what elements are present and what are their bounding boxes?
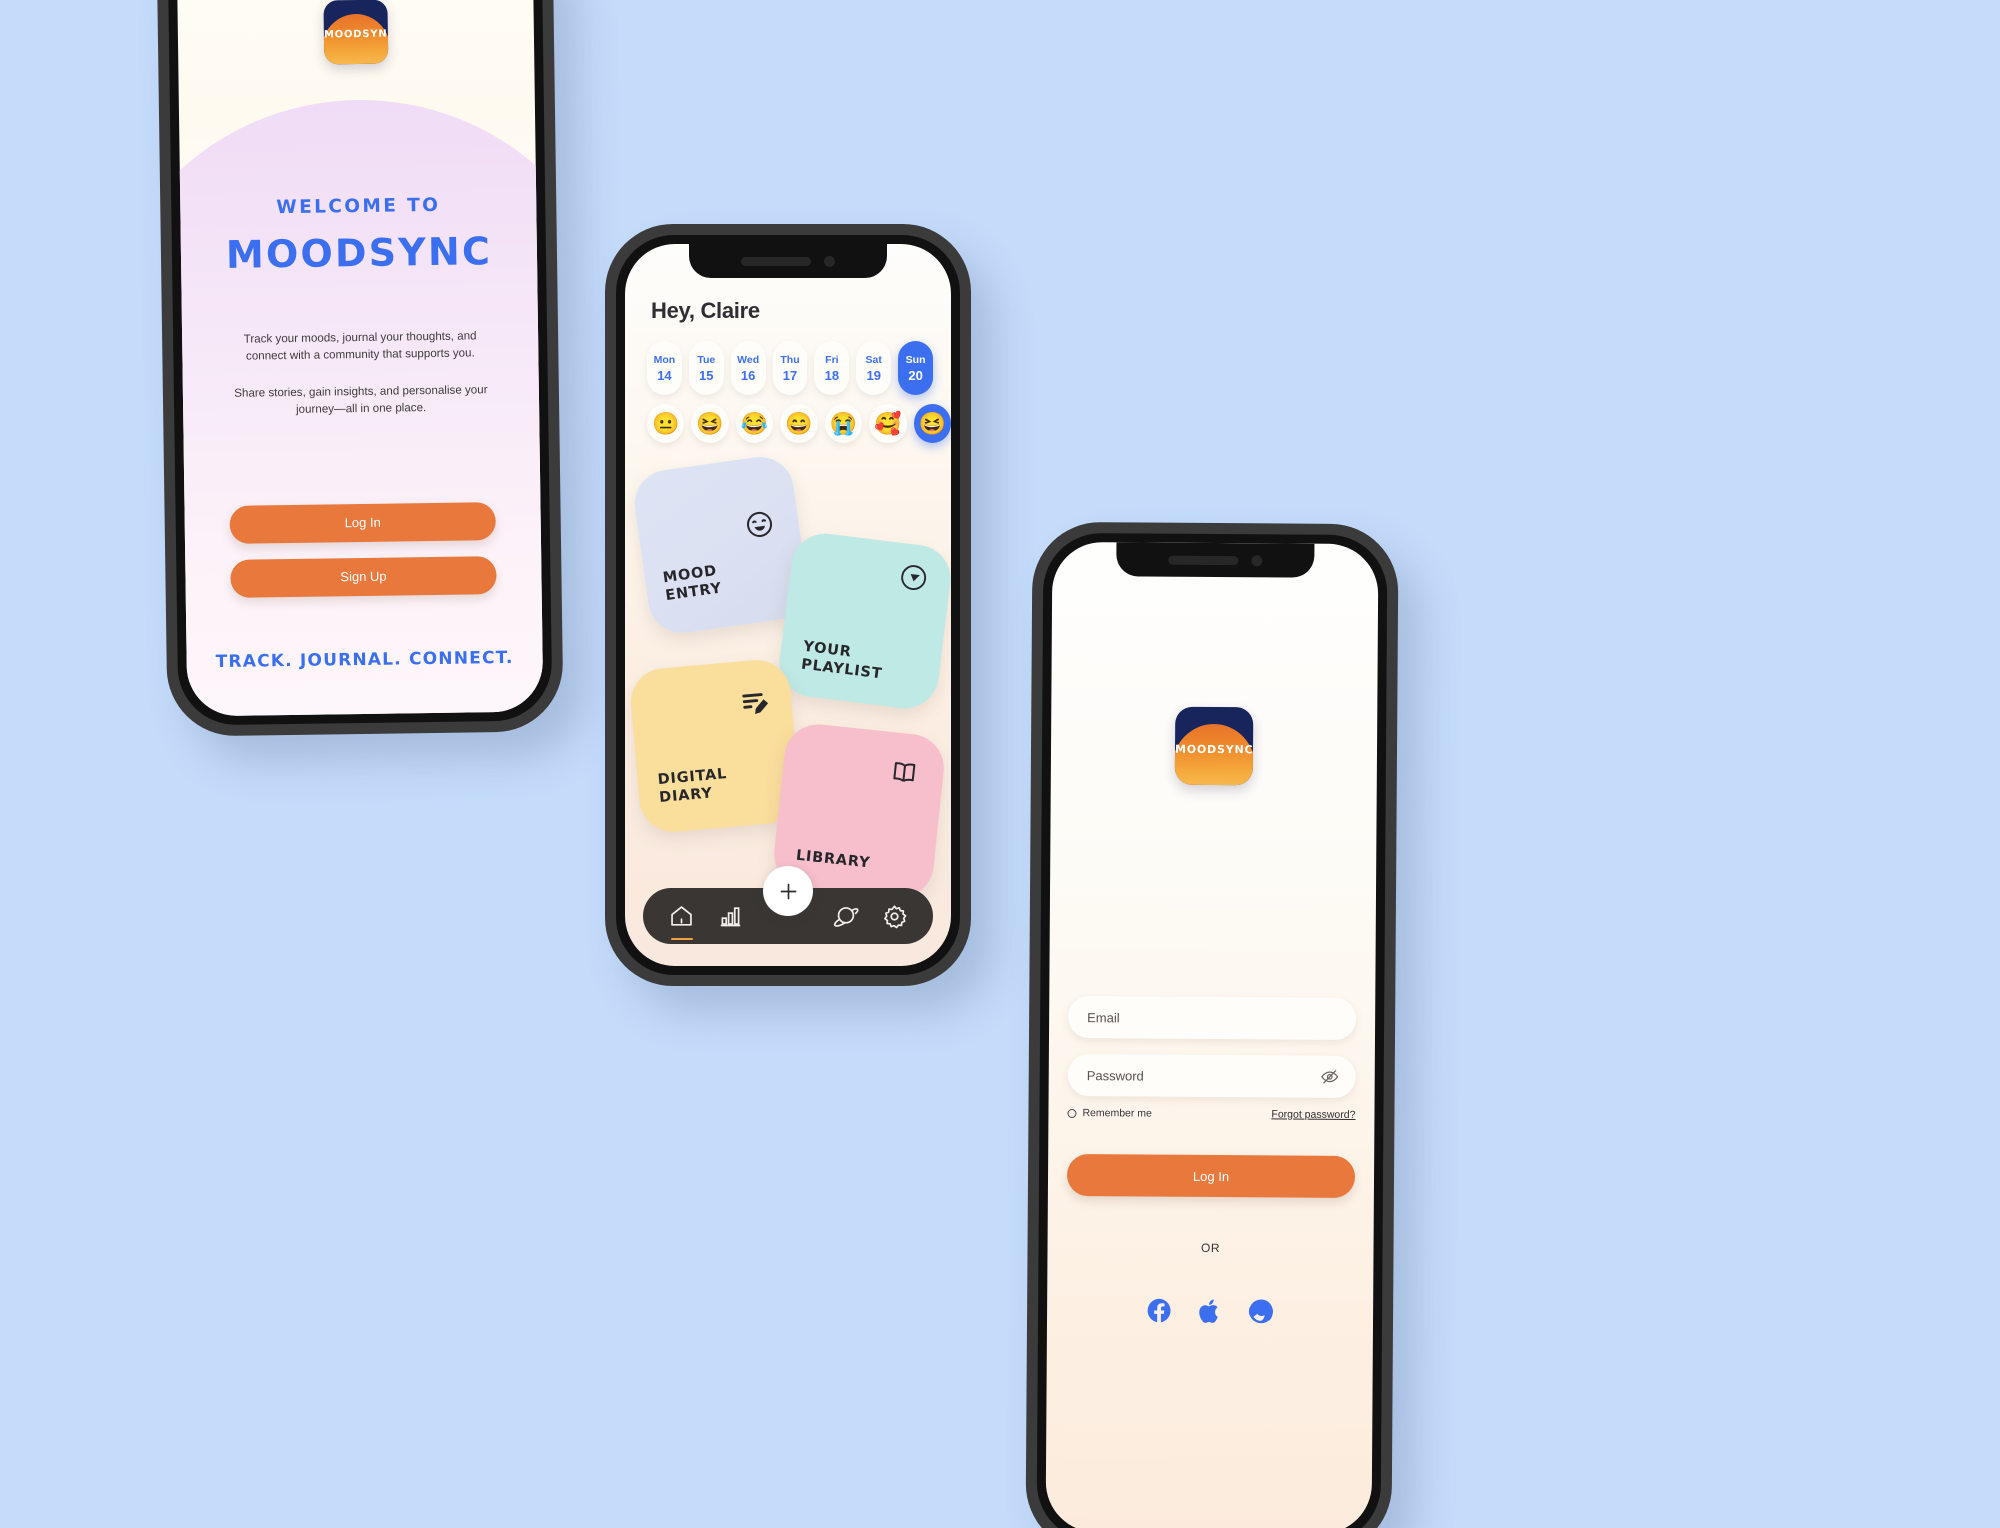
logo-wordmark: MOODSYNC <box>1174 742 1254 757</box>
pencil-list-icon <box>738 685 771 718</box>
brand-title: MOODSYNC <box>225 229 493 277</box>
password-placeholder: Password <box>1086 1067 1144 1084</box>
speaker-slot <box>741 256 811 266</box>
card-your-playlist[interactable]: YOUR PLAYLIST <box>775 529 951 713</box>
day-number: 16 <box>740 367 756 383</box>
nav-gear-icon[interactable] <box>877 899 911 933</box>
day-chip-tue[interactable]: Tue 15 <box>688 341 724 395</box>
nav-bar-chart-icon[interactable] <box>714 899 748 933</box>
card-digital-diary[interactable]: DIGITAL DIARY <box>628 657 802 835</box>
password-field[interactable]: Password <box>1067 1053 1356 1099</box>
day-chip-wed[interactable]: Wed 16 <box>730 341 766 395</box>
welcome-screen: MOODSYNC WELCOME TO MOODSYNC Track your … <box>176 0 544 717</box>
mood-emoji-selector[interactable]: 😐 😆 😂 😄 😭 🥰 😆 <box>647 404 951 443</box>
play-circle-icon <box>897 561 930 594</box>
speaker-slot <box>1168 555 1239 565</box>
app-logo: MOODSYNC <box>1174 706 1254 786</box>
facebook-icon[interactable] <box>1145 1297 1173 1325</box>
mood-emoji-thu[interactable]: 😄 <box>780 404 818 443</box>
welcome-paragraph-2: Share stories, gain insights, and person… <box>234 383 488 417</box>
day-number: 18 <box>824 367 840 383</box>
login-options-row: Remember me Forgot password? <box>1067 1107 1356 1121</box>
day-number: 15 <box>699 367 714 383</box>
apple-icon[interactable] <box>1196 1297 1224 1325</box>
day-name: Mon <box>653 353 676 366</box>
nav-planet-icon[interactable] <box>828 899 862 933</box>
mood-emoji-fri[interactable]: 😭 <box>824 404 863 443</box>
bottom-nav-area <box>625 866 951 954</box>
mood-emoji-wed[interactable]: 😂 <box>735 404 774 443</box>
nav-home-icon[interactable] <box>665 899 699 933</box>
phone-notch <box>1116 542 1315 578</box>
home-screen: Hey, Claire Mon 14 Tue 15 Wed 16 Thu 17 Fri 18 Sat… <box>625 244 951 966</box>
card-label: DIGITAL DIARY <box>657 766 728 806</box>
login-button[interactable]: Log In <box>1066 1153 1356 1199</box>
google-icon[interactable] <box>1247 1297 1275 1325</box>
day-name: Wed <box>737 353 760 366</box>
day-number: 19 <box>866 367 881 383</box>
login-screen: MOODSYNC Email Password Remember me Forg… <box>1045 541 1379 1528</box>
smiley-wink-icon <box>743 507 777 541</box>
card-label: LIBRARY <box>795 847 872 872</box>
phone-login-body: MOODSYNC Email Password Remember me Forg… <box>1036 532 1388 1528</box>
remember-me-radio[interactable] <box>1067 1108 1077 1118</box>
mood-emoji-sun[interactable]: 😆 <box>913 404 951 443</box>
phone-home: Hey, Claire Mon 14 Tue 15 Wed 16 Thu 17 Fri 18 Sat… <box>605 224 971 986</box>
card-label: YOUR PLAYLIST <box>800 638 884 683</box>
day-chip-fri[interactable]: Fri 18 <box>814 341 850 395</box>
greeting-title: Hey, Claire <box>651 298 760 323</box>
email-field[interactable]: Email <box>1067 995 1357 1041</box>
day-name: Tue <box>697 353 716 366</box>
day-selector[interactable]: Mon 14 Tue 15 Wed 16 Thu 17 Fri 18 Sat 19 Sun 20 <box>647 341 951 395</box>
phone-notch <box>689 244 887 278</box>
day-chip-mon[interactable]: Mon 14 <box>647 341 682 395</box>
remember-me-option[interactable]: Remember me <box>1067 1107 1152 1120</box>
day-name: Thu <box>780 353 800 366</box>
card-label: MOOD ENTRY <box>661 563 723 604</box>
social-login-row <box>1145 1297 1275 1326</box>
mood-emoji-sat[interactable]: 🥰 <box>869 404 907 443</box>
card-mood-entry[interactable]: MOOD ENTRY <box>630 452 812 638</box>
mood-emoji-mon[interactable]: 😐 <box>647 404 685 443</box>
phone-home-body: Hey, Claire Mon 14 Tue 15 Wed 16 Thu 17 Fri 18 Sat… <box>616 235 960 975</box>
forgot-password-link[interactable]: Forgot password? <box>1271 1108 1355 1121</box>
logo-wordmark: MOODSYNC <box>323 28 389 41</box>
phone-welcome-body: MOODSYNC WELCOME TO MOODSYNC Track your … <box>167 0 553 726</box>
open-book-icon <box>888 756 921 789</box>
camera-dot <box>824 255 835 267</box>
day-chip-thu[interactable]: Thu 17 <box>772 341 808 395</box>
app-logo: MOODSYNC <box>323 0 389 65</box>
phone-login: MOODSYNC Email Password Remember me Forg… <box>1025 521 1399 1528</box>
day-number: 20 <box>908 367 923 383</box>
phone-welcome: MOODSYNC WELCOME TO MOODSYNC Track your … <box>156 0 564 737</box>
day-name: Sat <box>865 353 882 366</box>
remember-me-label: Remember me <box>1082 1107 1152 1120</box>
day-name: Sun <box>905 353 926 366</box>
day-name: Fri <box>825 353 839 366</box>
email-placeholder: Email <box>1087 1009 1120 1025</box>
day-chip-sat[interactable]: Sat 19 <box>856 341 892 395</box>
day-number: 14 <box>657 367 672 383</box>
eye-off-icon[interactable] <box>1320 1067 1340 1087</box>
tagline: TRACK. JOURNAL. CONNECT. <box>215 647 514 672</box>
camera-dot <box>1251 554 1263 566</box>
welcome-paragraph-1: Track your moods, journal your thoughts,… <box>243 329 477 363</box>
mood-emoji-tue[interactable]: 😆 <box>691 404 729 443</box>
welcome-label: WELCOME TO <box>276 194 441 219</box>
signup-button[interactable]: Sign Up <box>230 555 497 598</box>
day-number: 17 <box>782 367 798 383</box>
day-chip-sun[interactable]: Sun 20 <box>898 341 934 395</box>
login-button[interactable]: Log In <box>229 501 496 544</box>
or-divider-label: OR <box>1200 1240 1221 1256</box>
add-entry-fab[interactable] <box>763 866 813 916</box>
plus-icon <box>780 883 796 899</box>
